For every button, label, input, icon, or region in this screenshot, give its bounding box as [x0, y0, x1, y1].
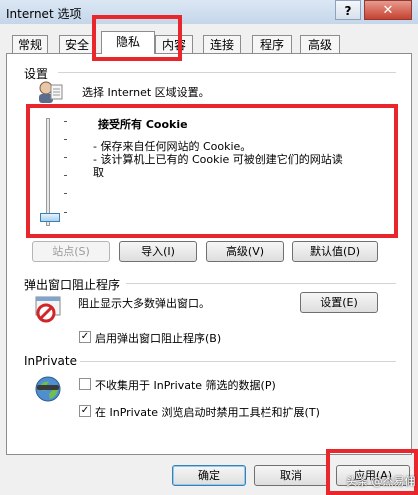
slider-tick — [64, 212, 67, 213]
slider-tick — [64, 193, 67, 194]
tab-connections[interactable]: 连接 — [203, 35, 241, 53]
privacy-slider-thumb[interactable] — [40, 213, 60, 222]
popup-enable-label[interactable]: 启用弹出窗口阻止程序(B) — [95, 330, 221, 346]
window-title: Internet 选项 — [6, 7, 82, 21]
tab-privacy[interactable]: 隐私 — [101, 31, 155, 54]
popup-blocker-icon — [35, 296, 61, 323]
cancel-button[interactable]: 取消 — [254, 465, 328, 486]
slider-tick — [64, 175, 67, 176]
privacy-level-desc-2: - 该计算机上已有的 Cookie 可被创建它们的网站读 — [93, 153, 343, 166]
popup-group-label: 弹出窗口阻止程序 — [24, 278, 121, 292]
default-button[interactable]: 默认值(D) — [292, 241, 378, 262]
inprivate-toolbar-checkbox[interactable]: ✓ — [79, 405, 91, 417]
slider-tick — [64, 157, 67, 158]
import-button[interactable]: 导入(I) — [119, 241, 197, 262]
popup-group-divider — [126, 283, 396, 284]
privacy-icon — [39, 81, 63, 103]
tab-advanced[interactable]: 高级 — [300, 35, 340, 53]
help-button[interactable]: ? — [335, 0, 361, 20]
popup-settings-button[interactable]: 设置(E) — [300, 292, 378, 313]
ok-button[interactable]: 确定 — [172, 465, 246, 486]
tab-content[interactable]: 内容 — [155, 35, 193, 53]
privacy-level-title: 接受所有 Cookie — [98, 118, 188, 131]
zone-prompt: 选择 Internet 区域设置。 — [82, 86, 210, 99]
inprivate-filter-label[interactable]: 不收集用于 InPrivate 筛选的数据(P) — [95, 377, 276, 393]
privacy-slider-track[interactable] — [46, 118, 50, 226]
tab-programs[interactable]: 程序 — [252, 35, 292, 53]
slider-tick — [64, 121, 67, 122]
tab-general[interactable]: 常规 — [12, 35, 48, 53]
watermark: 头条 @杰易佣 — [346, 475, 416, 488]
sites-button[interactable]: 站点(S) — [32, 241, 110, 262]
advanced-button[interactable]: 高级(V) — [206, 241, 284, 262]
inprivate-group-label: InPrivate — [24, 354, 77, 368]
inprivate-toolbar-label[interactable]: 在 InPrivate 浏览启动时禁用工具栏和扩展(T) — [95, 404, 320, 420]
popup-enable-checkbox[interactable]: ✓ — [79, 331, 91, 343]
tab-security[interactable]: 安全 — [59, 35, 95, 53]
privacy-level-desc-2-cont: 取 — [93, 166, 104, 179]
check-icon: ✓ — [80, 331, 90, 342]
close-button[interactable]: ✕ — [364, 0, 412, 20]
check-icon: ✓ — [80, 405, 90, 416]
title-bar: Internet 选项 ? ✕ — [0, 0, 418, 24]
popup-description: 阻止显示大多数弹出窗口。 — [78, 297, 210, 310]
slider-tick — [64, 139, 67, 140]
inprivate-group-divider — [80, 361, 396, 362]
settings-group-divider — [58, 72, 396, 73]
inprivate-icon — [35, 376, 61, 402]
inprivate-filter-checkbox[interactable] — [79, 378, 91, 390]
